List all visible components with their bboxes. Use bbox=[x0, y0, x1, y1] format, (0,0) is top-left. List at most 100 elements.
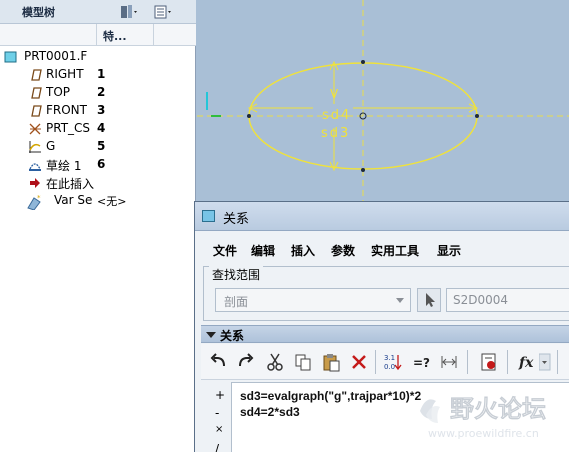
menu-utilities[interactable]: 实用工具 bbox=[371, 242, 419, 259]
column-header-feature[interactable]: 特... bbox=[96, 24, 154, 46]
dimension-label-sd3[interactable]: sd3 bbox=[321, 126, 350, 141]
dialog-title-bar[interactable]: 关系 bbox=[195, 202, 569, 231]
plus-button[interactable]: + bbox=[215, 388, 225, 402]
endpoint-marker bbox=[247, 114, 251, 118]
operator-buttons: + - × / bbox=[209, 382, 231, 452]
menu-file[interactable]: 文件 bbox=[213, 242, 237, 259]
model-tree-title: 模型树 bbox=[22, 6, 55, 19]
divide-button[interactable]: / bbox=[215, 442, 219, 452]
function-icon[interactable]: fx bbox=[517, 352, 537, 372]
toolbar-separator bbox=[557, 350, 558, 374]
tree-item-top[interactable]: TOP 2 bbox=[0, 84, 196, 102]
tree-item-label: TOP bbox=[46, 85, 71, 99]
tree-item-insert-here[interactable]: 在此插入 bbox=[0, 174, 196, 192]
svg-text:=?: =? bbox=[413, 356, 430, 370]
undo-icon[interactable] bbox=[209, 352, 229, 372]
menu-parameters[interactable]: 参数 bbox=[331, 242, 355, 259]
axis-label: V bbox=[330, 87, 339, 101]
toolbar-separator bbox=[375, 350, 376, 374]
look-in-label: 查找范围 bbox=[209, 266, 264, 283]
watermark-url: www.proewildfire.cn bbox=[428, 427, 539, 440]
tree-item-sketch[interactable]: 草绘 1 6 bbox=[0, 156, 196, 174]
endpoint-marker bbox=[361, 60, 365, 64]
relations-section-title: 关系 bbox=[220, 329, 245, 343]
delete-icon[interactable] bbox=[349, 352, 369, 372]
menu-edit[interactable]: 编辑 bbox=[251, 242, 275, 259]
datum-plane-icon bbox=[28, 86, 42, 100]
relations-section-header[interactable]: 关系 bbox=[201, 325, 569, 343]
model-tree-panel: 模型树 特... PRT0001.F RIGHT 1 TOP 2 FRONT 3… bbox=[0, 0, 196, 452]
chevron-down-icon[interactable] bbox=[538, 352, 551, 372]
toolbar-separator bbox=[467, 350, 468, 374]
model-tree-column-header: 特... bbox=[0, 24, 196, 46]
menu-show[interactable]: 显示 bbox=[437, 242, 461, 259]
toolbar-separator bbox=[507, 350, 508, 374]
variable-section-sweep-icon: * bbox=[26, 194, 41, 211]
endpoint-marker bbox=[475, 114, 479, 118]
coordinate-system-icon bbox=[28, 122, 42, 136]
relations-toolbar: 3.1 0.0 =? fx bbox=[201, 344, 569, 380]
svg-text:fx: fx bbox=[518, 355, 534, 371]
minus-button[interactable]: - bbox=[215, 406, 219, 420]
tree-item-label: Var Se bbox=[54, 193, 93, 207]
section-name-field[interactable]: S2D0004 bbox=[446, 288, 569, 312]
watermark-title: 野火论坛 bbox=[450, 395, 546, 423]
tree-item-right[interactable]: RIGHT 1 bbox=[0, 66, 196, 84]
tree-item-var-sect-sweep[interactable]: * Var Se <无> bbox=[0, 192, 196, 211]
dimension-label-sd4[interactable]: sd4 bbox=[322, 108, 351, 123]
model-tree-toolbar: 模型树 bbox=[0, 0, 196, 24]
tree-settings-icon[interactable] bbox=[118, 2, 140, 22]
svg-text:0.0: 0.0 bbox=[384, 363, 395, 371]
sketch-view: V sd4 sd3 bbox=[197, 0, 569, 205]
watermark-logo: 野火论坛 www.proewildfire.cn bbox=[410, 385, 569, 452]
tree-item-value: 5 bbox=[97, 139, 106, 153]
part-icon bbox=[4, 50, 18, 64]
insert-here-arrow-icon bbox=[28, 176, 42, 190]
show-tree-items-icon[interactable] bbox=[152, 2, 174, 22]
tree-item-label: 草绘 1 bbox=[46, 159, 82, 173]
svg-text:3.1: 3.1 bbox=[384, 354, 395, 362]
tree-item-value: 1 bbox=[97, 67, 106, 81]
graphics-window[interactable]: V sd4 sd3 bbox=[197, 0, 569, 205]
tree-item-g[interactable]: G 5 bbox=[0, 138, 196, 156]
sketch-icon bbox=[28, 158, 42, 172]
cut-icon[interactable] bbox=[265, 352, 285, 372]
relation-line: sd3=evalgraph("g",trajpar*10)*2 bbox=[240, 389, 422, 403]
section-name-value: S2D0004 bbox=[453, 293, 509, 307]
redo-icon[interactable] bbox=[235, 352, 255, 372]
tree-item-label: PRT_CS bbox=[46, 121, 91, 135]
copy-icon[interactable] bbox=[293, 352, 313, 372]
tree-root-label: PRT0001.F bbox=[24, 49, 88, 63]
look-in-select-value: 剖面 bbox=[224, 295, 249, 309]
datum-plane-icon bbox=[28, 68, 42, 82]
verify-icon[interactable] bbox=[479, 352, 499, 372]
endpoint-marker bbox=[361, 168, 365, 172]
relation-line: sd4=2*sd3 bbox=[240, 405, 300, 419]
tree-item-value: 4 bbox=[97, 121, 106, 135]
look-in-select[interactable]: 剖面 bbox=[215, 288, 411, 312]
tree-item-prt-cs[interactable]: PRT_CS 4 bbox=[0, 120, 196, 138]
tree-item-value: <无> bbox=[97, 195, 127, 208]
svg-text:*: * bbox=[37, 194, 41, 202]
datum-plane-icon bbox=[28, 104, 42, 118]
multiply-button[interactable]: × bbox=[215, 424, 223, 435]
tree-item-label: FRONT bbox=[46, 103, 87, 117]
tree-item-label: G bbox=[46, 139, 56, 153]
tree-item-value: 2 bbox=[97, 85, 106, 99]
dialog-title: 关系 bbox=[223, 212, 250, 227]
sort-relations-icon[interactable]: 3.1 0.0 bbox=[383, 352, 403, 372]
tree-item-label: 在此插入 bbox=[46, 177, 95, 191]
tree-root-item[interactable]: PRT0001.F bbox=[0, 48, 196, 66]
tree-item-label: RIGHT bbox=[46, 67, 84, 81]
tree-item-value: 6 bbox=[97, 157, 106, 171]
measure-icon[interactable] bbox=[439, 352, 459, 372]
chevron-down-icon bbox=[396, 298, 404, 303]
menu-bar: 文件 编辑 插入 参数 实用工具 显示 bbox=[195, 232, 569, 260]
evaluate-icon[interactable]: =? bbox=[411, 352, 431, 372]
menu-insert[interactable]: 插入 bbox=[291, 242, 315, 259]
collapse-triangle-icon bbox=[206, 332, 216, 338]
select-pointer-button[interactable] bbox=[417, 288, 441, 312]
paste-icon[interactable] bbox=[321, 352, 341, 372]
window-icon bbox=[202, 210, 215, 222]
tree-item-front[interactable]: FRONT 3 bbox=[0, 102, 196, 120]
